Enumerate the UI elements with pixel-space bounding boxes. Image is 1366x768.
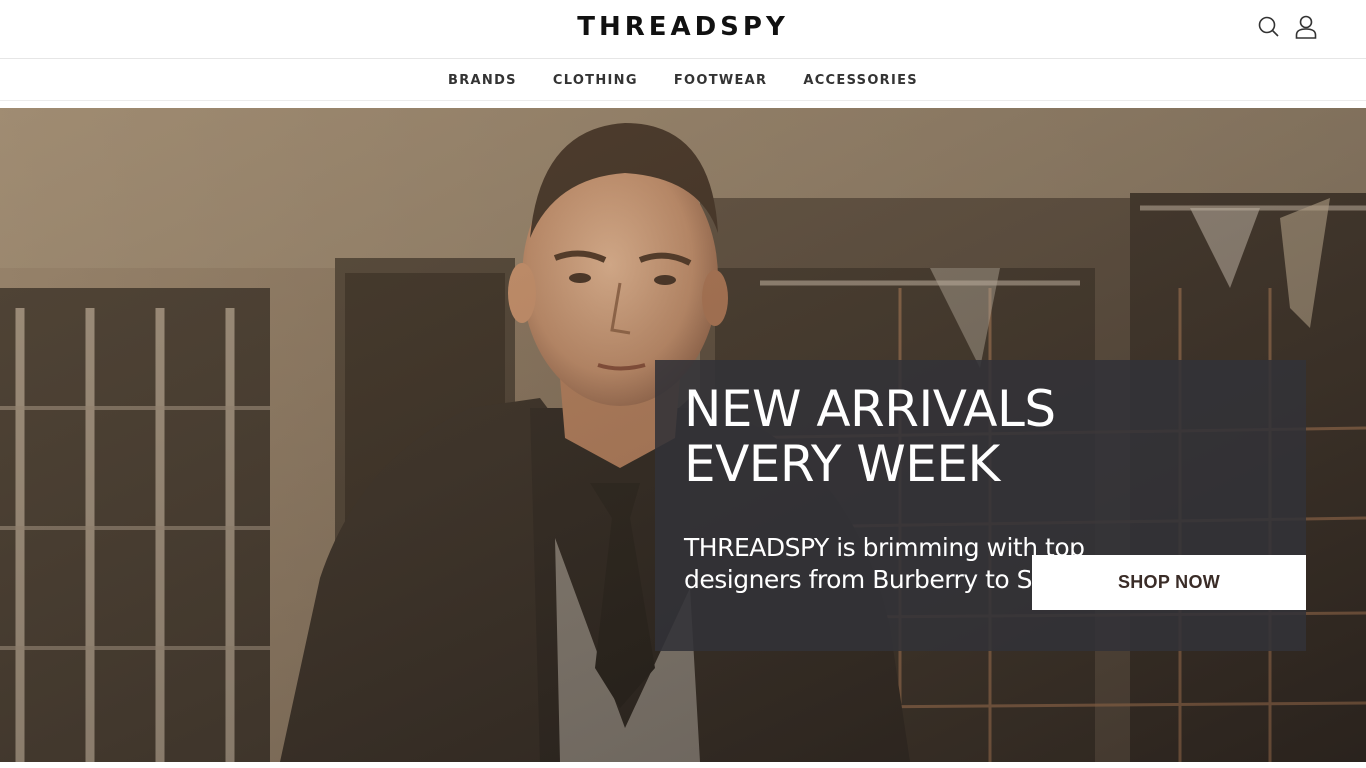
hero-title: NEW ARRIVALS EVERY WEEK <box>684 382 1284 492</box>
nav-item-accessories[interactable]: ACCESSORIES <box>785 73 936 88</box>
nav-item-brands[interactable]: BRANDS <box>430 73 535 88</box>
hero-banner: NEW ARRIVALS EVERY WEEK THREADSPY is bri… <box>0 108 1366 762</box>
site-logo[interactable]: THREADSPY <box>0 12 1366 42</box>
user-icon[interactable] <box>1293 14 1319 40</box>
site-header: THREADSPY <box>0 0 1366 59</box>
hero-title-line-1: NEW ARRIVALS <box>684 380 1056 438</box>
nav-item-footwear[interactable]: FOOTWEAR <box>656 73 786 88</box>
hero-title-line-2: EVERY WEEK <box>684 435 1000 493</box>
main-nav: BRANDS CLOTHING FOOTWEAR ACCESSORIES <box>0 60 1366 101</box>
shop-now-button[interactable]: SHOP NOW <box>1032 555 1306 610</box>
search-icon[interactable] <box>1256 14 1282 40</box>
nav-item-clothing[interactable]: CLOTHING <box>535 73 656 88</box>
hero-subtitle-line-1: THREADSPY is brimming with top <box>684 533 1085 562</box>
